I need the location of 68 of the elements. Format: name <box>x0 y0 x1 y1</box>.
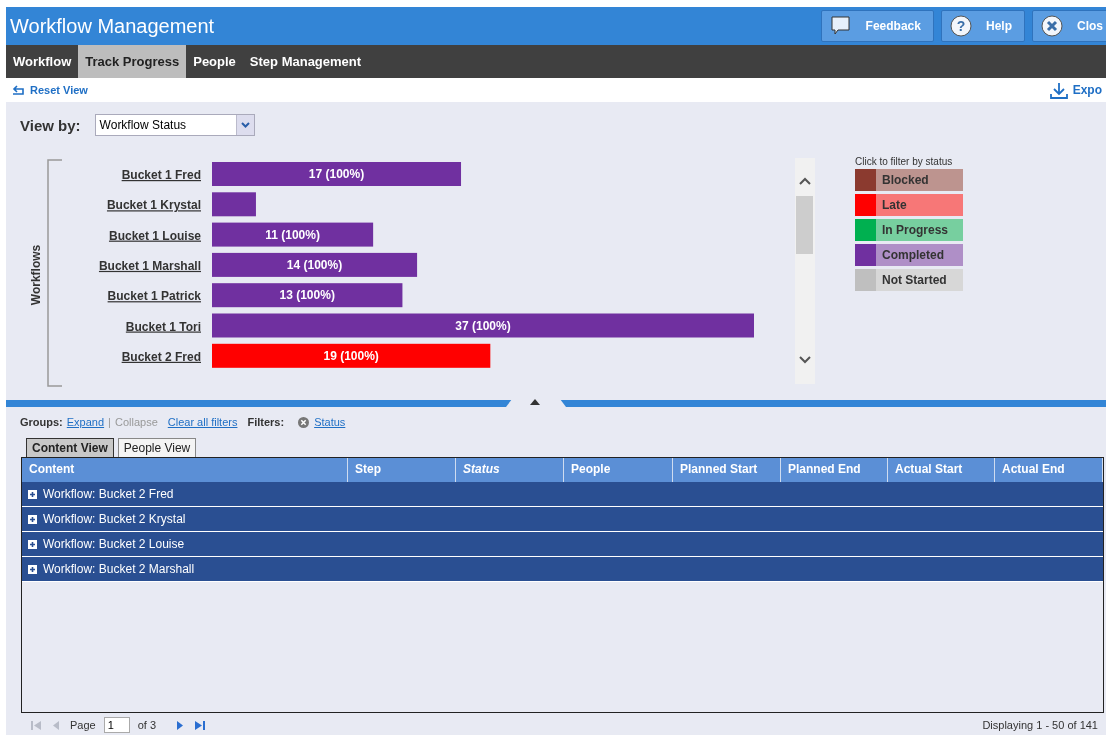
bar-value-label: 14 (100%) <box>286 257 343 272</box>
category-link[interactable]: Bucket 1 Patrick <box>107 289 201 304</box>
group-row-label[interactable]: Workflow: Bucket 2 Krystal <box>43 512 186 526</box>
return-arrow-icon <box>12 85 25 95</box>
chevron-down-icon[interactable] <box>799 356 811 364</box>
category-link[interactable]: Bucket 2 Fred <box>121 349 201 364</box>
chevron-down-icon <box>240 122 250 128</box>
expand-icon[interactable] <box>28 514 37 524</box>
bar-value-label: 13 (100%) <box>279 288 335 303</box>
group-row-label[interactable]: Workflow: Bucket 2 Louise <box>43 537 185 551</box>
category-link[interactable]: Bucket 1 Krystal <box>106 198 201 213</box>
bar[interactable] <box>212 252 418 277</box>
help-button[interactable]: ? Help <box>940 10 1025 42</box>
export-link[interactable]: Expo <box>1049 81 1102 99</box>
scrollbar-thumb[interactable] <box>796 196 813 254</box>
clear-filters-link[interactable]: Clear all filters <box>167 416 238 428</box>
expand-icon[interactable] <box>28 564 37 574</box>
remove-filter-icon[interactable] <box>298 416 310 428</box>
display-count-text: Displaying 1 - 50 of 141 <box>982 719 1098 731</box>
filters-label: Filters: <box>247 416 285 428</box>
scrollbar[interactable] <box>795 158 815 384</box>
page-label: Page <box>70 719 96 731</box>
last-page-icon[interactable] <box>194 719 207 731</box>
legend-filter-item[interactable]: In Progress <box>855 219 963 241</box>
bar-value-label: 19 (100%) <box>323 348 379 363</box>
chevron-up-icon[interactable] <box>799 177 811 185</box>
legend-filter-item[interactable]: Blocked <box>855 169 963 191</box>
nav-tab[interactable]: Step Management <box>242 45 369 78</box>
category-link[interactable]: Bucket 1 Fred <box>121 168 201 182</box>
help-icon: ? <box>949 15 972 37</box>
expand-icon[interactable] <box>28 489 37 499</box>
group-row-label[interactable]: Workflow: Bucket 2 Marshall <box>43 562 195 576</box>
category-link[interactable]: Bucket 1 Louise <box>108 228 201 243</box>
nav-tab[interactable]: People <box>186 45 243 78</box>
separator-text: | <box>108 416 111 428</box>
bar[interactable] <box>212 162 462 186</box>
page-count-text: of 3 <box>137 719 157 731</box>
category-link[interactable]: Bucket 1 Marshall <box>98 258 201 273</box>
download-icon <box>1049 81 1068 99</box>
group-row-label[interactable]: Workflow: Bucket 2 Fred <box>43 487 174 501</box>
bar[interactable] <box>212 222 374 247</box>
bar[interactable] <box>212 192 256 217</box>
filter-link[interactable]: Status <box>314 416 346 428</box>
close-icon <box>1041 15 1063 37</box>
legend-filter-item[interactable]: Late <box>855 194 963 216</box>
legend-title: Click to filter by status <box>855 156 954 167</box>
bar-value-label: 17 (100%) <box>308 167 365 181</box>
category-link[interactable]: Bucket 1 Tori <box>125 319 201 334</box>
legend-filter-item[interactable]: Not Started <box>855 269 963 291</box>
view-by-dropdown[interactable]: Workflow Status <box>94 114 255 136</box>
bar-value-label: 37 (100%) <box>455 318 511 333</box>
window-title: Workflow Management <box>9 14 216 38</box>
view-tab[interactable]: People View <box>117 438 197 457</box>
reset-view-link[interactable]: Reset View <box>6 84 88 96</box>
nav-tab[interactable]: Workflow <box>6 45 79 78</box>
legend-filter-item[interactable]: Completed <box>855 244 963 266</box>
speech-bubble-icon <box>829 15 852 37</box>
groups-label: Groups: <box>20 416 63 428</box>
nav-tab[interactable]: Track Progress <box>78 45 187 78</box>
axis-label: Workflows <box>29 244 43 306</box>
view-by-label: View by: <box>20 116 81 134</box>
view-tab[interactable]: Content View <box>26 438 114 457</box>
expand-link[interactable]: Expand <box>66 416 105 428</box>
page-number-field[interactable]: 1 <box>103 717 130 733</box>
bar-value-label: 11 (100%) <box>265 227 320 242</box>
triangle-up-icon <box>530 399 540 405</box>
bar[interactable] <box>212 283 403 308</box>
expand-icon[interactable] <box>28 539 37 549</box>
